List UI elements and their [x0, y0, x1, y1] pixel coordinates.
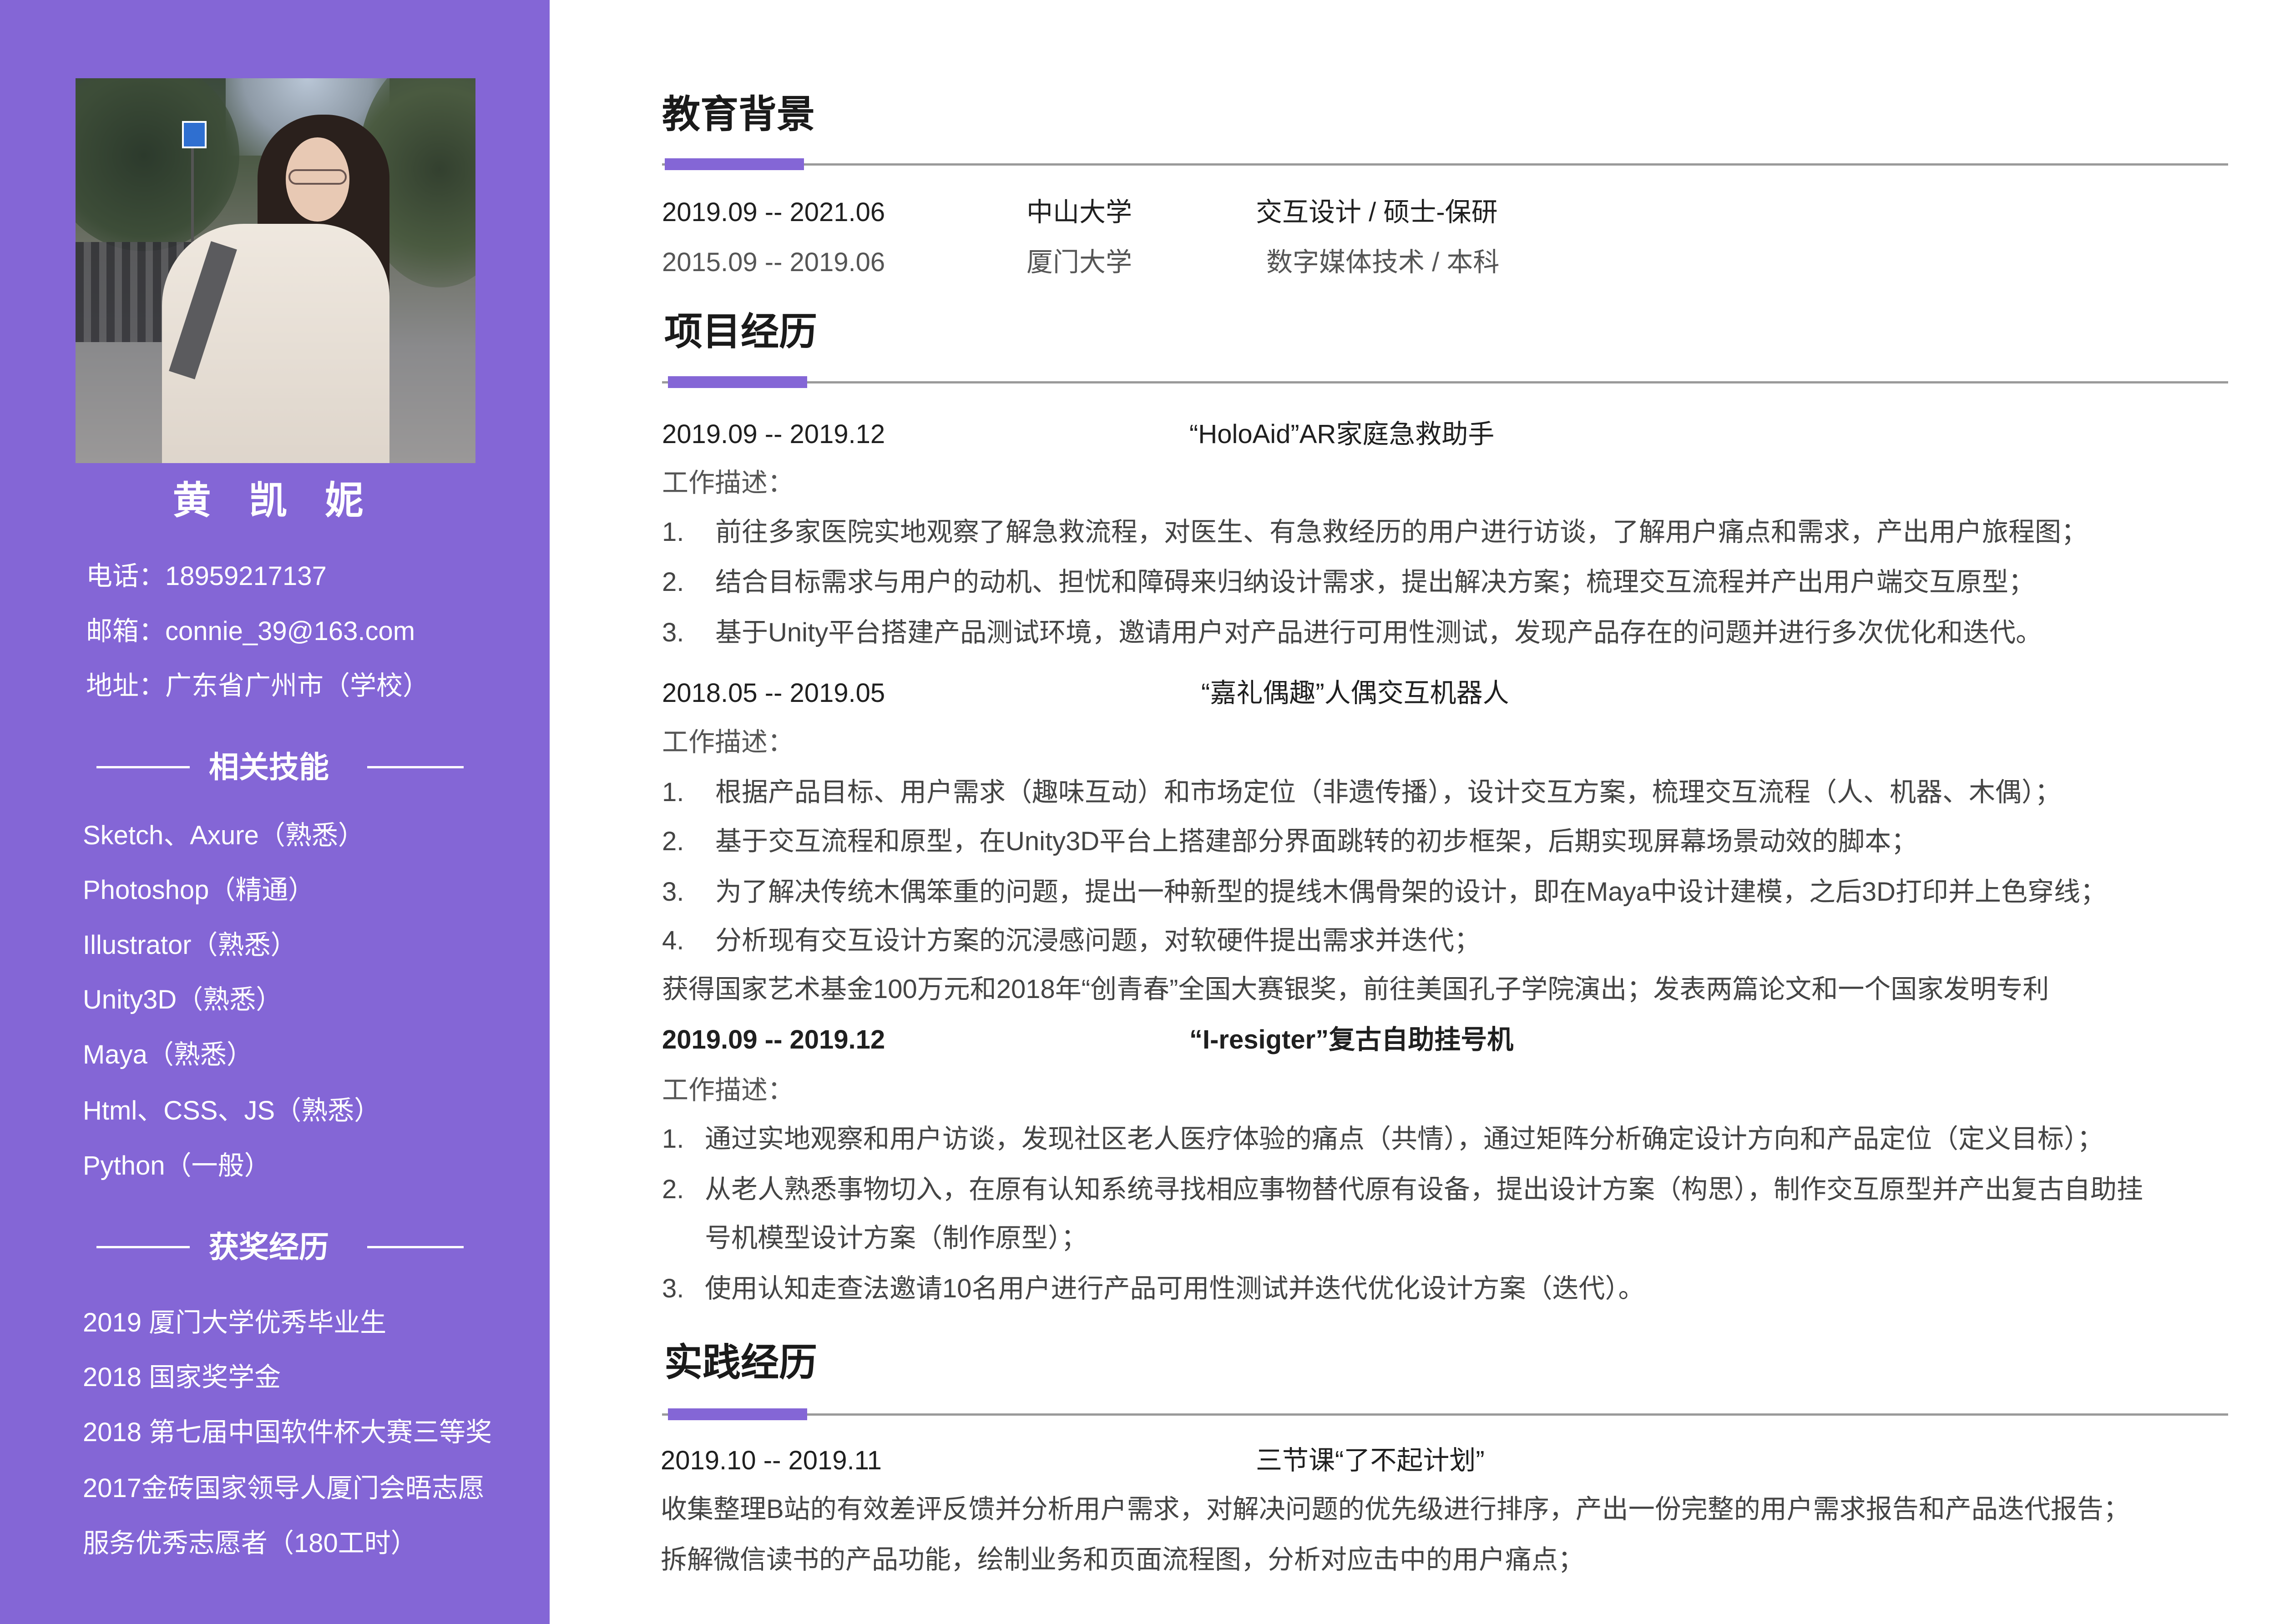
work-description-label: 工作描述： — [662, 468, 794, 498]
list-number: 2. — [662, 1175, 684, 1204]
practice-title: 三节课“了不起计划” — [1256, 1446, 1485, 1475]
list-number: 3. — [662, 877, 684, 907]
practice-divider — [662, 1413, 2228, 1416]
photo-crosswalk-sign — [182, 121, 207, 148]
projects-accent-bar — [668, 376, 807, 388]
skill-item: Sketch、Axure（熟悉） — [83, 821, 364, 850]
project-title: “I-resigter”复古自助挂号机 — [1189, 1025, 1514, 1054]
skills-heading-rule-left — [96, 766, 190, 768]
list-item: 基于交互流程和原型，在Unity3D平台上搭建部分界面跳转的初步框架，后期实现屏… — [715, 827, 1918, 856]
list-item: 使用认知走查法邀请10名用户进行产品可用性测试并迭代优化设计方案（迭代）。 — [705, 1274, 1645, 1303]
list-number: 1. — [662, 517, 684, 547]
education-degree: 数字媒体技术 / 本科 — [1266, 247, 1500, 277]
skill-item: Photoshop（精通） — [83, 875, 315, 905]
skill-item: Python（一般） — [83, 1151, 271, 1180]
awards-heading: 获奖经历 — [209, 1230, 329, 1264]
list-number: 1. — [662, 777, 684, 807]
practice-accent-bar — [668, 1408, 807, 1420]
education-date: 2019.09 -- 2021.06 — [662, 197, 885, 227]
skill-item: Html、CSS、JS（熟悉） — [83, 1096, 381, 1125]
list-item: 从老人熟悉事物切入，在原有认知系统寻找相应事物替代原有设备，提出设计方案（构思）… — [705, 1175, 2144, 1204]
list-number: 1. — [662, 1124, 684, 1154]
project-achievement: 获得国家艺术基金100万元和2018年“创青春”全国大赛银奖，前往美国孔子学院演… — [662, 974, 2049, 1004]
list-number: 3. — [662, 1274, 684, 1303]
resume-page: 黄 凯 妮 电话：18959217137 邮箱：connie_39@163.co… — [0, 0, 2275, 1624]
photo-sign-pole — [191, 146, 194, 256]
list-number: 3. — [662, 618, 684, 647]
skill-item: Illustrator（熟悉） — [83, 930, 297, 960]
list-item: 基于Unity平台搭建产品测试环境，邀请用户对产品进行可用性测试，发现产品存在的… — [715, 618, 2042, 647]
education-divider — [662, 163, 2228, 166]
list-item: 分析现有交互设计方案的沉浸感问题，对软硬件提出需求并迭代； — [715, 926, 1481, 955]
skills-heading: 相关技能 — [209, 750, 329, 784]
award-item: 2018 第七届中国软件杯大赛三等奖 — [83, 1417, 492, 1447]
projects-heading: 项目经历 — [664, 310, 818, 353]
project-title: “嘉礼偶趣”人偶交互机器人 — [1201, 678, 1509, 708]
list-item: 前往多家医院实地观察了解急救流程，对医生、有急救经历的用户进行访谈，了解用户痛点… — [715, 517, 2088, 547]
work-description-label: 工作描述： — [662, 727, 794, 757]
list-item: 结合目标需求与用户的动机、担忧和障碍来归纳设计需求，提出解决方案；梳理交互流程并… — [715, 567, 2035, 597]
project-date: 2018.05 -- 2019.05 — [662, 678, 885, 708]
education-heading: 教育背景 — [662, 93, 815, 136]
award-item: 2019 厦门大学优秀毕业生 — [83, 1308, 387, 1337]
contact-address: 地址：广东省广州市（学校） — [86, 671, 430, 701]
skill-item: Unity3D（熟悉） — [83, 985, 283, 1014]
list-number: 2. — [662, 827, 684, 856]
list-item: 通过实地观察和用户访谈，发现社区老人医疗体验的痛点（共情），通过矩阵分析确定设计… — [705, 1124, 2104, 1154]
list-item: 为了解决传统木偶笨重的问题，提出一种新型的提线木偶骨架的设计，即在Maya中设计… — [715, 877, 2107, 907]
education-school: 厦门大学 — [1026, 247, 1132, 277]
list-number: 2. — [662, 567, 684, 597]
education-accent-bar — [665, 158, 804, 170]
awards-heading-rule-left — [96, 1246, 190, 1248]
photo-trees-left — [76, 78, 239, 251]
photo-person-glasses — [288, 169, 347, 185]
skill-item: Maya（熟悉） — [83, 1040, 253, 1069]
project-date: 2019.09 -- 2019.12 — [662, 1025, 885, 1054]
list-item: 根据产品目标、用户需求（趣味互动）和市场定位（非遗传播），设计交互方案，梳理交互… — [715, 777, 2062, 807]
candidate-name: 黄 凯 妮 — [172, 479, 377, 522]
sidebar: 黄 凯 妮 电话：18959217137 邮箱：connie_39@163.co… — [0, 0, 550, 1624]
education-date: 2015.09 -- 2019.06 — [662, 247, 885, 277]
award-item: 服务优秀志愿者（180工时） — [83, 1528, 417, 1558]
work-description-label: 工作描述： — [662, 1075, 794, 1105]
projects-divider — [662, 381, 2228, 383]
list-number: 4. — [662, 926, 684, 955]
list-item-continuation: 号机模型设计方案（制作原型）； — [705, 1223, 1088, 1253]
project-title: “HoloAid”AR家庭急救助手 — [1189, 419, 1495, 449]
profile-photo — [76, 78, 475, 463]
practice-line: 拆解微信读书的产品功能，绘制业务和页面流程图，分析对应击中的用户痛点； — [661, 1545, 1585, 1574]
practice-heading: 实践经历 — [664, 1341, 818, 1384]
contact-email: 邮箱：connie_39@163.com — [86, 616, 415, 646]
awards-heading-rule-right — [367, 1246, 464, 1248]
practice-line: 收集整理B站的有效差评反馈并分析用户需求，对解决问题的优先级进行排序，产出一份完… — [661, 1494, 2130, 1524]
award-item: 2017金砖国家领导人厦门会晤志愿 — [83, 1473, 485, 1503]
award-item: 2018 国家奖学金 — [83, 1362, 281, 1392]
project-date: 2019.09 -- 2019.12 — [662, 419, 885, 449]
education-school: 中山大学 — [1026, 197, 1132, 227]
education-degree: 交互设计 / 硕士-保研 — [1256, 197, 1498, 227]
skills-heading-rule-right — [367, 766, 464, 768]
practice-date: 2019.10 -- 2019.11 — [661, 1446, 882, 1475]
contact-phone: 电话：18959217137 — [86, 561, 327, 591]
